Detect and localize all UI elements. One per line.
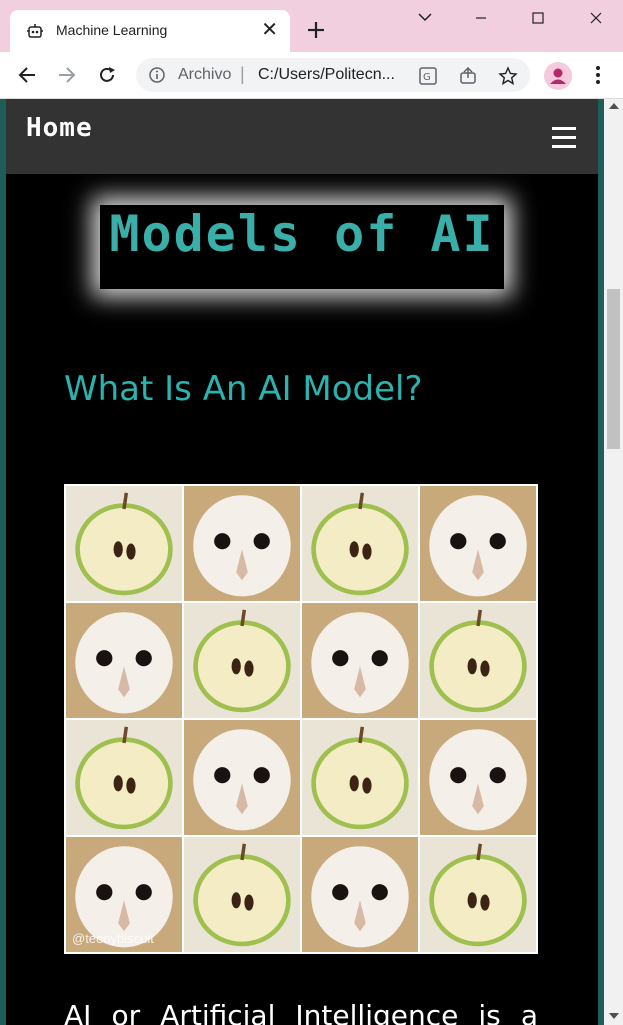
browser-menu-icon[interactable]: [588, 64, 608, 86]
apple-image-tile: [184, 837, 300, 952]
hamburger-menu-icon[interactable]: [552, 127, 576, 149]
maximize-icon[interactable]: [523, 6, 553, 30]
intro-paragraph: AI or Artificial Intelligence is a: [64, 999, 538, 1025]
owl-image-tile: [184, 720, 300, 835]
profile-avatar-icon[interactable]: [544, 62, 572, 90]
owl-image-tile: [420, 486, 536, 601]
apple-image-tile: [66, 720, 182, 835]
section-heading: What Is An AI Model?: [64, 369, 423, 409]
new-tab-icon[interactable]: [304, 18, 328, 42]
image-watermark: @teenybiscuit: [72, 931, 154, 946]
apple-image-tile: [66, 486, 182, 601]
reload-icon[interactable]: [96, 64, 118, 86]
site-navbar: Home: [6, 99, 598, 174]
apple-image-tile: [420, 837, 536, 952]
apple-image-tile: [184, 603, 300, 718]
owl-image-tile: [302, 837, 418, 952]
tab-search-chevron-icon[interactable]: [410, 6, 440, 30]
apple-image-tile: [302, 486, 418, 601]
page-viewport: Home Models of AI What Is An AI Model? @…: [0, 99, 623, 1025]
owl-image-tile: [66, 603, 182, 718]
minimize-icon[interactable]: [466, 6, 496, 30]
back-arrow-icon[interactable]: [16, 64, 38, 86]
logo-text: Models of AI: [109, 205, 495, 263]
site-logo-banner: Models of AI: [100, 205, 504, 289]
nav-home-link[interactable]: Home: [26, 113, 93, 143]
forward-arrow-icon[interactable]: [56, 64, 78, 86]
close-window-icon[interactable]: [581, 6, 611, 30]
owl-image-tile: [420, 720, 536, 835]
url-scheme-label: Archivo: [178, 66, 232, 83]
tab-title: Machine Learning: [56, 22, 168, 38]
owl-apple-image-grid: @teenybiscuit: [64, 484, 538, 954]
share-icon[interactable]: [458, 66, 478, 86]
bookmark-star-icon[interactable]: [498, 66, 518, 86]
browser-toolbar: Archivo | C:/Users/Politecn... G: [0, 52, 623, 99]
browser-tab-strip: Machine Learning ✕: [0, 0, 623, 52]
scrollbar-thumb[interactable]: [607, 289, 620, 449]
page-content: Home Models of AI What Is An AI Model? @…: [6, 99, 598, 1025]
owl-image-tile: [184, 486, 300, 601]
robot-icon: [27, 24, 43, 38]
address-bar[interactable]: Archivo | C:/Users/Politecn... G: [136, 58, 530, 92]
apple-image-tile: [302, 720, 418, 835]
scroll-up-arrow-icon[interactable]: [609, 103, 619, 109]
scroll-down-arrow-icon[interactable]: [609, 1013, 619, 1019]
owl-image-tile: [302, 603, 418, 718]
svg-text:G: G: [423, 72, 431, 83]
browser-tab[interactable]: Machine Learning ✕: [10, 10, 290, 52]
vertical-scrollbar[interactable]: [604, 99, 623, 1025]
url-separator: |: [240, 64, 245, 84]
info-icon[interactable]: [148, 66, 166, 84]
close-tab-icon[interactable]: ✕: [261, 19, 278, 39]
apple-image-tile: [420, 603, 536, 718]
translate-icon[interactable]: G: [418, 66, 438, 86]
url-text[interactable]: C:/Users/Politecn...: [258, 66, 395, 84]
